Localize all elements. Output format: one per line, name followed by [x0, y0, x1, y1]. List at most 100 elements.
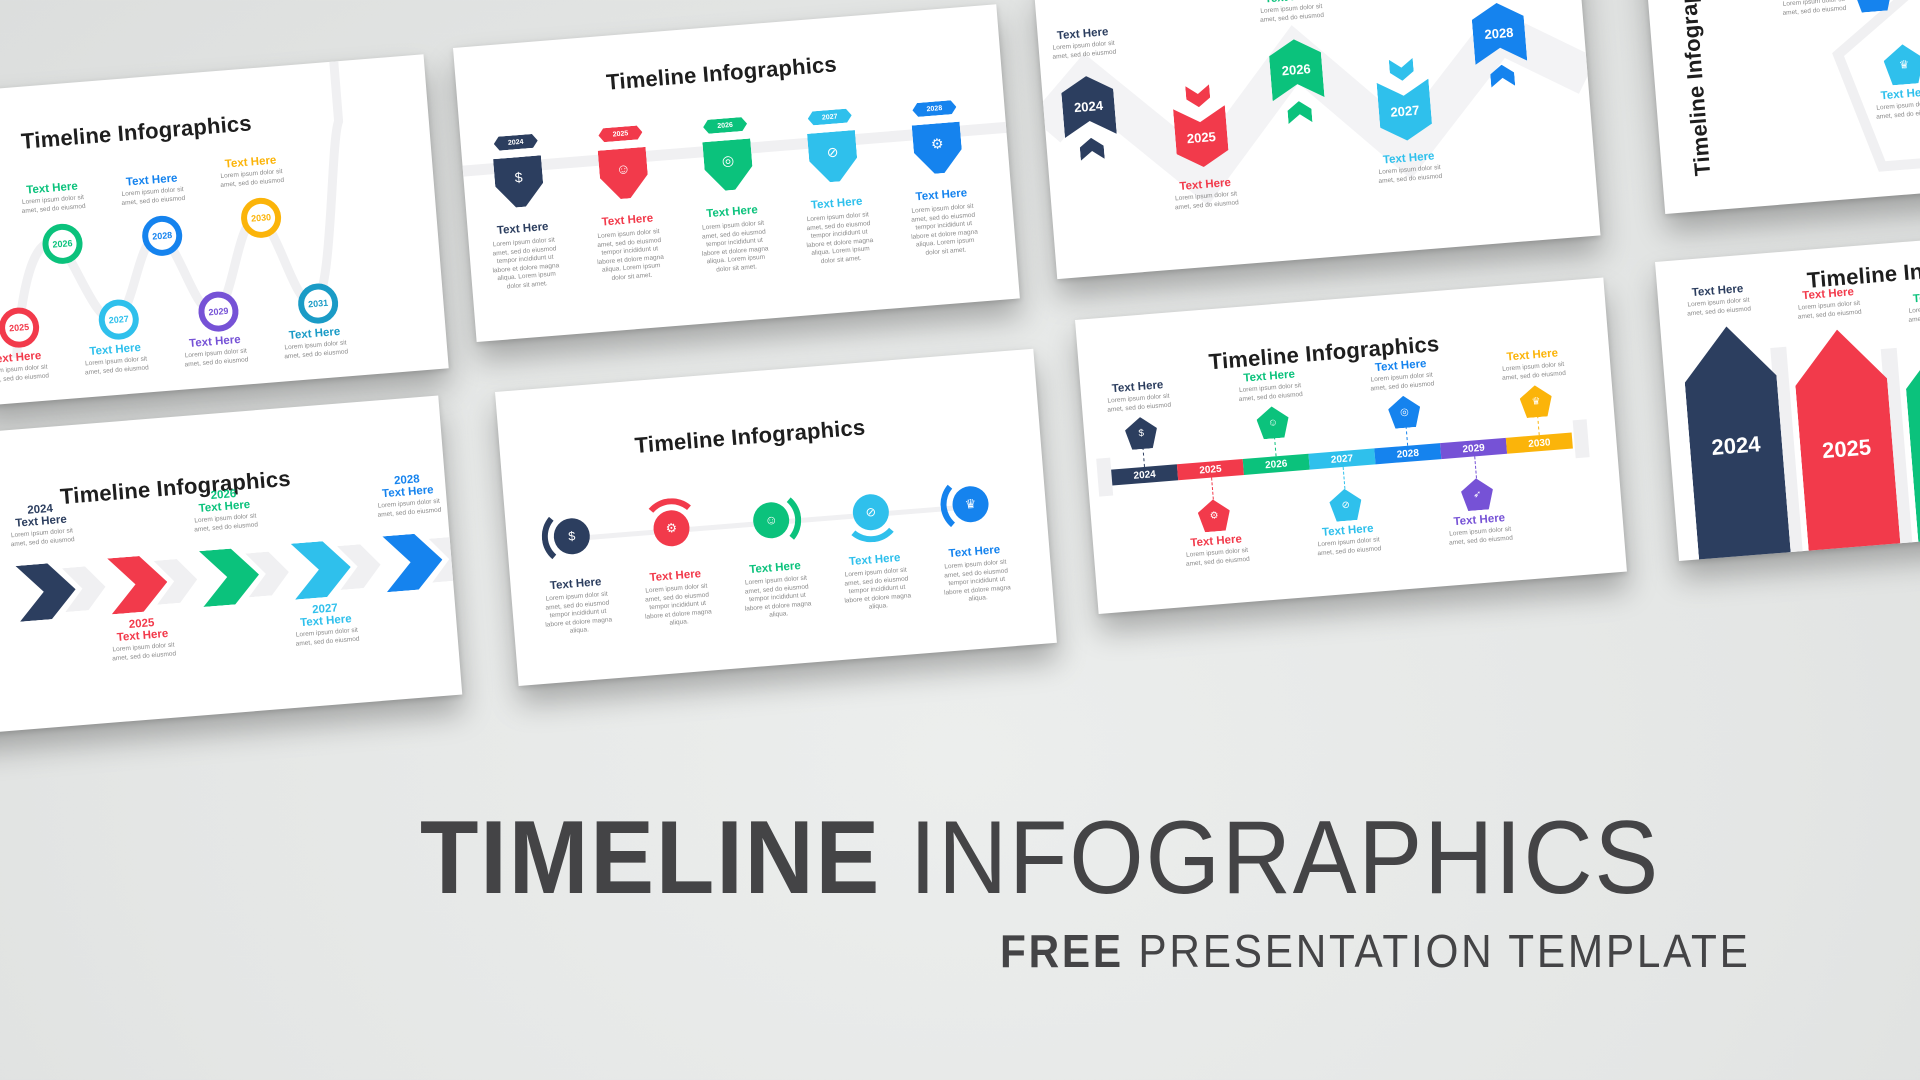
slide-title-vertical: Timeline Infographics	[1671, 0, 1716, 177]
trophy-icon: ♛	[1898, 59, 1910, 73]
timeline-segment: 2026	[1242, 453, 1310, 475]
trophy-icon: ♛	[1531, 396, 1541, 408]
year-label: 2028	[151, 230, 173, 242]
slide-arc-circles: Timeline Infographics $ Text Here Lorem ip…	[495, 348, 1057, 687]
slide-shield-tags: Timeline Infographics 2024 $ Text Here Lore…	[453, 4, 1020, 343]
year-tag: 2026	[703, 117, 748, 134]
connector-line	[1273, 436, 1277, 457]
bar-cap-right	[1572, 419, 1590, 459]
money-hands-icon: $	[1138, 427, 1145, 440]
hero-title-bold: TIMELINE	[420, 800, 882, 916]
item-description: Lorem ipsum dolor sit amet, sed do eiusm…	[844, 566, 912, 611]
gears-icon: ⚙	[930, 134, 945, 152]
item-description: Lorem ipsum dolor sit amet, sed do eiusm…	[744, 574, 812, 619]
item-description: Lorem ipsum dolor sit amet, sed do eiusm…	[111, 641, 177, 662]
year-label: 2031	[307, 297, 329, 310]
item-title: Text Here	[810, 195, 863, 212]
year-label: 2025	[612, 129, 629, 138]
year-label: 2028	[1483, 24, 1514, 42]
hero-subtitle-bold: FREE	[1000, 925, 1124, 977]
slide-zigzag-chevrons: Timeline Infographics 2024Text HereLorem…	[1034, 0, 1601, 280]
item-description: Lorem ipsum dolor sit amet, sed do eiusm…	[1501, 360, 1567, 382]
year-label: 2024	[1073, 97, 1104, 115]
money-hands-icon: $	[514, 168, 524, 186]
headset-user-icon: ☺	[615, 160, 631, 178]
money-hands-icon: $	[567, 528, 576, 544]
connector-line	[1142, 446, 1146, 467]
year-tag: 2024	[493, 134, 538, 151]
connector-line	[1405, 425, 1409, 446]
hero-subtitle-light: PRESENTATION TEMPLATE	[1138, 925, 1751, 977]
year-label: 2025	[8, 321, 30, 334]
item-description: Lorem ipsum dolor sit amet, sed do eiusm…	[596, 228, 665, 282]
connector-line	[1537, 415, 1540, 436]
year-label: 2026	[717, 121, 734, 130]
year-tag: 2028	[912, 100, 957, 117]
year-label: 2027	[108, 313, 130, 326]
year-label: 2025	[1198, 463, 1222, 476]
item-description: Lorem ipsum dolor sit amet, sed do eiusm…	[1317, 536, 1382, 557]
item-description: Lorem ipsum dolor sit amet, sed do eiusm…	[1797, 299, 1862, 321]
item-description: Lorem ipsum dolor sit amet, sed do eiusm…	[910, 202, 979, 257]
year-label: 2026	[52, 238, 73, 250]
year-label: 2025	[1186, 128, 1217, 146]
item-description: Lorem ipsum dolor sit amet, sed do eiusm…	[1448, 525, 1514, 547]
year-label: 2027	[821, 112, 838, 122]
item-title: Text Here	[705, 204, 759, 221]
timeline-segment: 2024	[1111, 464, 1179, 486]
item-description: Lorem ipsum dolor sit amet, sed do eiusm…	[1370, 371, 1435, 393]
compass-icon: ⊘	[1341, 499, 1351, 512]
year-label: 2028	[926, 104, 943, 113]
target-icon: ◎	[1399, 406, 1410, 419]
year-label: 2024	[1710, 431, 1762, 461]
year-label: 2028	[1396, 447, 1420, 461]
hero-title-light: INFOGRAPHICS	[909, 800, 1661, 916]
slide-title: Timeline Infographics	[605, 51, 838, 95]
item-description: Lorem ipsum dolor sit amet, sed do eiusm…	[1238, 382, 1303, 403]
item-title: Text Here	[915, 187, 968, 204]
slide-title: Timeline Infographics	[633, 414, 867, 458]
item-description: Lorem ipsum dolor sit amet, sed do eiusm…	[701, 219, 769, 274]
year-label: 2026	[1281, 60, 1312, 78]
timeline-segment: 2028	[1374, 443, 1442, 465]
year-label: 2024	[1133, 468, 1157, 482]
year-tag: 2025	[598, 125, 643, 142]
year-label: 2027	[1389, 102, 1420, 120]
item-description: Lorem ipsum dolor sit amet, sed do eiusm…	[1686, 296, 1752, 318]
gears-icon: ⚙	[1209, 510, 1219, 522]
slide-vertical-pentagons: Timeline Infographics ⚙Text HereLorem ip…	[1640, 0, 1920, 214]
year-tag: 2027	[807, 108, 852, 125]
item-description: Lorem ipsum dolor sit amet, sed do eiusm…	[1107, 392, 1172, 414]
year-label: 2026	[1264, 457, 1288, 471]
item-description: Lorem ipsum dolor sit amet, sed do eiusm…	[377, 497, 442, 519]
bar-cap-left	[1096, 457, 1114, 497]
year-label: 2030	[1527, 436, 1551, 450]
connector-line	[1342, 466, 1346, 489]
headset-user-icon: ☺	[1267, 417, 1279, 429]
item-description: Lorem ipsum dolor sit amet, sed do eiusm…	[644, 582, 712, 627]
slide-tall-arrows: Timeline Infographics 2024 Text Here Lorem…	[1655, 229, 1920, 562]
hero-subtitle: FREE PRESENTATION TEMPLATE	[1000, 928, 1751, 974]
target-icon: ◎	[721, 151, 735, 169]
item-description: Lorem ipsum dolor sit amet, sed do eiusm…	[10, 527, 75, 548]
item-description: Lorem ipsum dolor sit amet, sed do eiusm…	[492, 236, 560, 290]
year-label: 2024	[507, 138, 524, 147]
item-description: Lorem ipsum dolor sit amet, sed do eiusm…	[193, 512, 259, 533]
connector-line	[1474, 456, 1477, 479]
year-label: 2029	[1462, 442, 1486, 455]
year-label: 2025	[1821, 434, 1872, 464]
slide-title: Timeline Infographics	[1805, 249, 1920, 293]
slide-bar-timeline: Timeline Infographics 2024 $ Text Here Lore…	[1075, 277, 1627, 615]
connector-line	[1211, 477, 1214, 500]
item-description: Lorem ipsum dolor sit amet, sed do eiusm…	[943, 558, 1012, 603]
item-description: Lorem ipsum dolor sit amet, sed do eiusm…	[806, 211, 874, 265]
item-description: Lorem ipsum dolor sit amet, sed do eiusm…	[545, 590, 613, 635]
year-label: 2029	[208, 305, 229, 318]
slide-wave-circles: Timeline Infographics 2025 Text Here Lorem…	[0, 54, 449, 406]
timeline-segment: 2030	[1505, 432, 1573, 454]
year-label: 2030	[250, 212, 272, 224]
gears-icon: ⚙	[665, 520, 678, 536]
rocket-icon: ➶	[1472, 489, 1482, 501]
headset-user-icon: ☺	[764, 512, 779, 528]
item-title: Text Here	[496, 220, 549, 238]
